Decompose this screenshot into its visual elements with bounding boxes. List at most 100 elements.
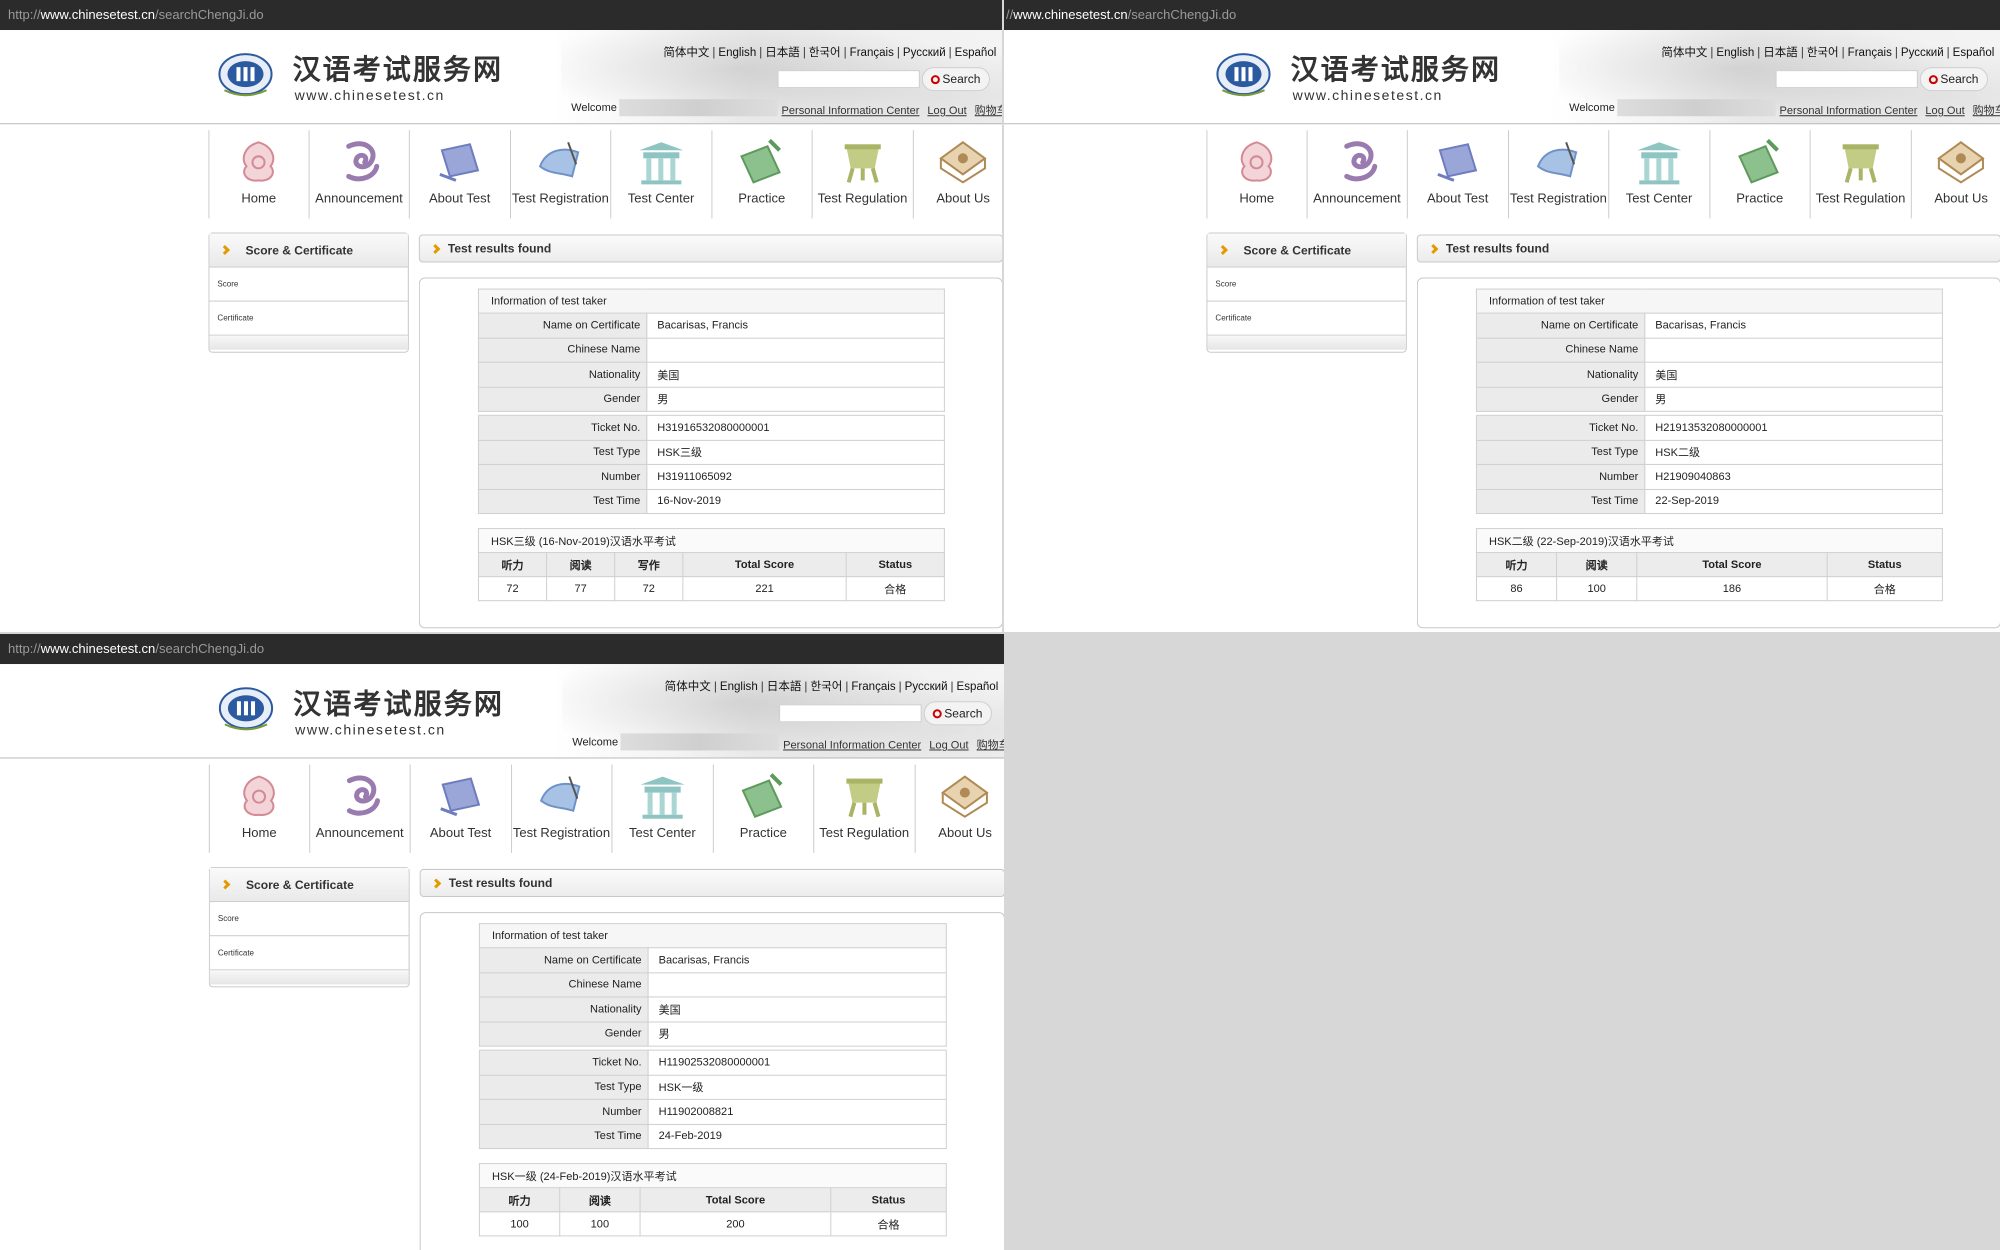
lang-link-fr[interactable]: Français [850,47,894,59]
number-label: Number [477,463,648,490]
sidebar-item-score[interactable]: Score [209,268,408,302]
results-header: Test results found [419,868,1004,898]
personal-center-link[interactable]: Personal Information Center [783,739,921,751]
lang-link-ja[interactable]: 日本語 [767,681,802,693]
sidebar-item-certificate[interactable]: Certificate [209,936,409,971]
logout-link[interactable]: Log Out [1925,105,1964,117]
personal-center-link[interactable]: Personal Information Center [1780,105,1918,117]
nav-about-us-label: About Us [1934,190,1988,206]
chinese-name-value [647,971,947,998]
nav-home[interactable]: Home [208,130,310,219]
nav-about-us[interactable]: About Us [915,765,1004,853]
lang-link-fr[interactable]: Français [1848,47,1892,59]
search-input[interactable] [777,70,920,89]
nav-practice[interactable]: Practice [712,130,813,219]
logout-link[interactable]: Log Out [929,739,968,751]
sidebar-item-certificate[interactable]: Certificate [209,302,408,336]
lang-link-ko[interactable]: 한국어 [1807,47,1839,59]
ticket-label: Ticket No. [477,414,648,441]
nav-about-test[interactable]: About Test [1408,130,1509,219]
practice-icon [741,773,783,819]
score-value-listening: 86 [1475,576,1558,602]
chinese-name-label: Chinese Name [477,337,648,363]
announcement-icon [346,141,380,182]
nav-announcement[interactable]: Announcement [310,764,411,853]
nav-about-test[interactable]: About Test [410,130,511,219]
redacted-username [1617,99,1776,117]
nav-practice[interactable]: Practice [1710,130,1811,219]
lang-link-en[interactable]: English [1716,47,1754,59]
address-bar[interactable]: //www.chinesetest.cn/searchChengJi.do [1004,0,2000,31]
lang-link-ru[interactable]: Русский [1901,47,1944,59]
lang-link-ru[interactable]: Русский [905,681,948,693]
name-value: Bacarisas, Francis [647,947,947,973]
home-icon [1241,141,1273,182]
lang-link-en[interactable]: English [720,681,758,693]
nav-home[interactable]: Home [208,764,310,853]
lang-link-es[interactable]: Español [955,47,997,59]
chinese-name-value [646,337,945,363]
nav-test-registration[interactable]: Test Registration [512,764,613,853]
announcement-icon [1344,141,1378,182]
address-bar[interactable]: http://www.chinesetest.cn/searchChengJi.… [0,0,1002,31]
search-input[interactable] [1775,70,1918,89]
search-input[interactable] [779,704,922,723]
nav-announcement[interactable]: Announcement [1307,130,1408,219]
sidebar-item-score[interactable]: Score [1207,268,1406,302]
site-header: 汉语考试服务网 www.chinesetest.cn 简体中文 | English |… [0,30,1002,125]
lang-link-ko[interactable]: 한국어 [809,47,841,59]
gender-value: 男 [1644,386,1943,412]
search-button[interactable]: Search [1919,67,1988,92]
score-header-listening: 听力 [477,552,548,578]
nav-test-center[interactable]: Test Center [611,130,712,219]
url-path: /searchChengJi.do [155,7,264,23]
nav-test-registration[interactable]: Test Registration [1509,130,1610,219]
nav-about-us[interactable]: About Us [913,130,1002,218]
nav-test-center[interactable]: Test Center [612,764,714,853]
nav-announcement[interactable]: Announcement [309,130,410,219]
lang-link-zh[interactable]: 简体中文 [663,47,709,59]
nav-test-center-label: Test Center [627,190,695,206]
nav-about-us[interactable]: About Us [1911,130,2000,218]
cart-link[interactable]: 购物车 [1973,105,2000,117]
name-label: Name on Certificate [477,312,648,339]
lang-link-fr[interactable]: Français [851,681,895,693]
nav-announcement-label: Announcement [315,190,403,206]
score-value-writing: 72 [614,576,684,602]
cart-link[interactable]: 购物车 [975,105,1002,117]
nav-test-regulation[interactable]: Test Regulation [1811,130,1912,219]
nav-test-center-label: Test Center [629,824,696,840]
lang-link-ko[interactable]: 한국어 [810,681,842,693]
search-button[interactable]: Search [921,67,990,92]
chevron-right-icon [219,245,230,255]
test-type-label: Test Type [477,439,648,465]
nav-test-regulation[interactable]: Test Regulation [813,130,914,219]
address-bar[interactable]: http://www.chinesetest.cn/searchChengJi.… [0,634,1004,665]
personal-center-link[interactable]: Personal Information Center [782,105,920,117]
lang-link-es[interactable]: Español [1953,47,1995,59]
sidebar-item-certificate[interactable]: Certificate [1207,302,1406,336]
practice-icon [740,138,782,184]
nav-test-center-label: Test Center [1625,190,1693,206]
nav-test-center[interactable]: Test Center [1609,130,1710,219]
cart-link[interactable]: 购物车 [977,739,1004,751]
nav-home[interactable]: Home [1206,130,1308,219]
nav-test-regulation[interactable]: Test Regulation [814,764,916,853]
lang-link-ru[interactable]: Русский [903,47,946,59]
score-value-listening: 100 [478,1211,561,1237]
nav-about-test[interactable]: About Test [411,764,512,853]
lang-link-en[interactable]: English [718,47,756,59]
nav-about-us-label: About Us [936,190,990,206]
nav-test-registration[interactable]: Test Registration [511,130,612,219]
sidebar-item-score[interactable]: Score [209,902,409,937]
results-box: Information of test taker Name on Certif… [419,912,1004,1250]
lang-link-zh[interactable]: 简体中文 [1661,47,1707,59]
lang-link-ja[interactable]: 日本語 [765,47,800,59]
logout-link[interactable]: Log Out [927,105,966,117]
chevron-right-icon [430,244,441,254]
search-button[interactable]: Search [923,701,992,726]
lang-link-es[interactable]: Español [957,681,999,693]
lang-link-zh[interactable]: 简体中文 [665,681,711,693]
lang-link-ja[interactable]: 日本語 [1763,47,1798,59]
nav-practice[interactable]: Practice [713,764,815,853]
